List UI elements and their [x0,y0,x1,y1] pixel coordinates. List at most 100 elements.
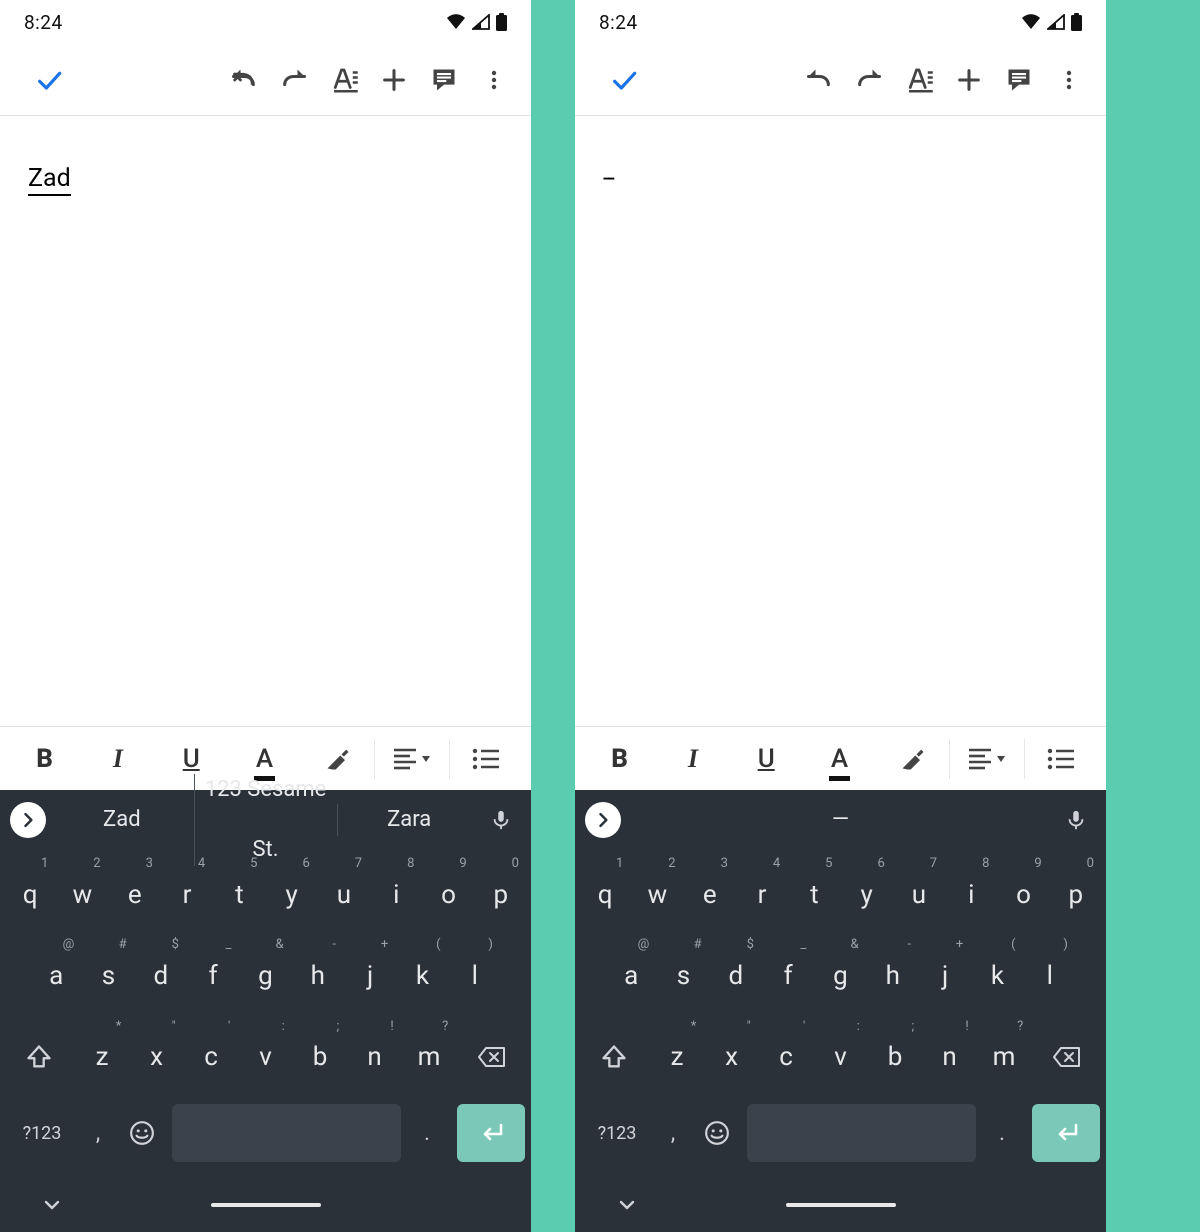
keyboard-collapse[interactable] [615,1193,639,1217]
period-key[interactable]: . [407,1104,447,1162]
list-button[interactable] [1025,727,1098,791]
bold-button[interactable]: B [8,727,81,791]
comment-button[interactable] [419,53,469,107]
undo-button[interactable] [219,53,269,107]
key-v[interactable]: v: [238,1017,292,1098]
document-area[interactable]: Zad [0,116,531,726]
insert-button[interactable] [944,53,994,107]
key-y[interactable]: y6 [840,854,892,935]
italic-button[interactable]: I [656,727,729,791]
key-h[interactable]: h- [292,935,344,1016]
key-v[interactable]: v: [813,1017,867,1098]
shift-key[interactable] [4,1017,75,1098]
home-pill[interactable] [211,1203,321,1207]
done-button[interactable] [597,53,651,107]
comment-button[interactable] [994,53,1044,107]
key-d[interactable]: d$ [710,935,762,1016]
key-l[interactable]: l) [1024,935,1076,1016]
redo-button[interactable] [844,53,894,107]
key-n[interactable]: n! [347,1017,401,1098]
key-r[interactable]: r4 [736,854,788,935]
align-button[interactable] [375,727,448,791]
overflow-button[interactable] [469,53,519,107]
key-t[interactable]: t5 [213,854,265,935]
key-d[interactable]: d$ [135,935,187,1016]
key-b[interactable]: b; [293,1017,347,1098]
key-k[interactable]: k( [396,935,448,1016]
home-pill[interactable] [786,1203,896,1207]
text-format-button[interactable] [319,53,369,107]
bold-button[interactable]: B [583,727,656,791]
symbols-key[interactable]: ?123 [581,1104,653,1162]
key-x[interactable]: x" [704,1017,758,1098]
period-key[interactable]: . [982,1104,1022,1162]
align-button[interactable] [950,727,1023,791]
key-j[interactable]: j+ [344,935,396,1016]
key-u[interactable]: u7 [893,854,945,935]
key-s[interactable]: s# [82,935,134,1016]
keyboard-collapse[interactable] [40,1193,64,1217]
key-j[interactable]: j+ [919,935,971,1016]
suggestion-3[interactable]: Zara [337,790,481,850]
italic-button[interactable]: I [81,727,154,791]
key-b[interactable]: b; [868,1017,922,1098]
key-s[interactable]: s# [657,935,709,1016]
key-k[interactable]: k( [971,935,1023,1016]
key-f[interactable]: f_ [762,935,814,1016]
key-c[interactable]: c' [184,1017,238,1098]
backspace-key[interactable] [1031,1017,1102,1098]
key-x[interactable]: x" [129,1017,183,1098]
key-w[interactable]: w2 [631,854,683,935]
list-button[interactable] [450,727,523,791]
emoji-key[interactable] [118,1104,166,1162]
key-z[interactable]: z* [75,1017,129,1098]
undo-button[interactable] [794,53,844,107]
redo-button[interactable] [269,53,319,107]
expand-chip[interactable] [10,802,46,838]
key-g[interactable]: g& [239,935,291,1016]
key-e[interactable]: e3 [109,854,161,935]
key-c[interactable]: c' [759,1017,813,1098]
key-a[interactable]: a@ [30,935,82,1016]
overflow-button[interactable] [1044,53,1094,107]
comma-key[interactable]: , [653,1104,693,1162]
underline-button[interactable]: U [730,727,803,791]
key-z[interactable]: z* [650,1017,704,1098]
enter-key[interactable] [457,1104,525,1162]
highlight-button[interactable] [876,727,949,791]
key-g[interactable]: g& [814,935,866,1016]
key-m[interactable]: m? [402,1017,456,1098]
key-p[interactable]: p0 [475,854,527,935]
key-h[interactable]: h- [867,935,919,1016]
key-a[interactable]: a@ [605,935,657,1016]
insert-button[interactable] [369,53,419,107]
key-n[interactable]: n! [922,1017,976,1098]
expand-chip[interactable] [585,802,621,838]
text-format-button[interactable] [894,53,944,107]
done-button[interactable] [22,53,76,107]
key-p[interactable]: p0 [1050,854,1102,935]
mic-button[interactable] [481,800,521,840]
suggestion-single[interactable]: — [625,790,1056,850]
text-color-button[interactable]: A [803,727,876,791]
backspace-key[interactable] [456,1017,527,1098]
key-t[interactable]: t5 [788,854,840,935]
symbols-key[interactable]: ?123 [6,1104,78,1162]
shift-key[interactable] [579,1017,650,1098]
key-q[interactable]: q1 [579,854,631,935]
key-y[interactable]: y6 [265,854,317,935]
key-m[interactable]: m? [977,1017,1031,1098]
space-key[interactable] [172,1104,401,1162]
mic-button[interactable] [1056,800,1096,840]
key-u[interactable]: u7 [318,854,370,935]
enter-key[interactable] [1032,1104,1100,1162]
comma-key[interactable]: , [78,1104,118,1162]
key-o[interactable]: o9 [422,854,474,935]
key-f[interactable]: f_ [187,935,239,1016]
key-o[interactable]: o9 [997,854,1049,935]
key-w[interactable]: w2 [56,854,108,935]
suggestion-1[interactable]: Zad [50,790,194,850]
key-i[interactable]: i8 [945,854,997,935]
space-key[interactable] [747,1104,976,1162]
key-q[interactable]: q1 [4,854,56,935]
